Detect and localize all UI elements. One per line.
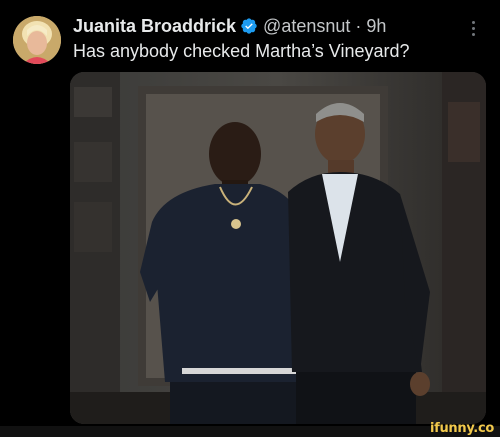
tweet-photo[interactable] — [70, 72, 486, 424]
photo-two-men-standing — [70, 72, 486, 424]
tweet-text: Has anybody checked Martha’s Vineyard? — [73, 41, 410, 61]
user-handle[interactable]: @atensnut — [263, 16, 350, 37]
verified-badge-icon — [241, 18, 257, 34]
avatar-image — [13, 16, 61, 64]
more-options-icon[interactable] — [463, 18, 483, 38]
separator-dot: · — [355, 15, 362, 36]
tweet-header: Juanita Broaddrick @atensnut · 9h — [73, 14, 460, 38]
footer-bar — [0, 426, 500, 437]
display-name[interactable]: Juanita Broaddrick — [73, 16, 236, 37]
timestamp[interactable]: 9h — [366, 16, 386, 37]
more-dot — [471, 20, 475, 24]
more-dot — [471, 26, 475, 30]
ifunny-watermark: ifunny.co — [429, 421, 494, 436]
avatar[interactable] — [13, 16, 61, 64]
more-dot — [471, 32, 475, 36]
